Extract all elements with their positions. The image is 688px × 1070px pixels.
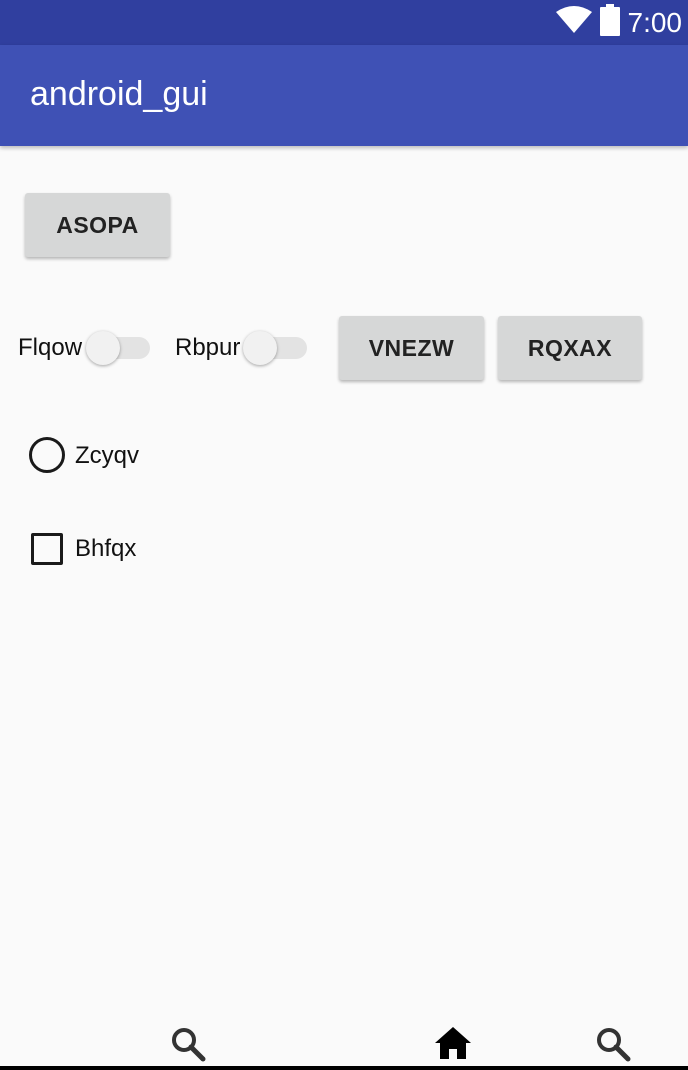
bottom-navigation xyxy=(0,1010,688,1070)
checkbox-box xyxy=(31,533,63,565)
asopa-button[interactable]: ASOPA xyxy=(25,193,170,257)
vnezw-button[interactable]: VNEZW xyxy=(339,316,484,380)
search-icon[interactable] xyxy=(595,1026,631,1067)
app-bar: android_gui xyxy=(0,45,688,146)
bhfqx-checkbox-label: Bhfqx xyxy=(75,535,137,562)
rqxax-button[interactable]: RQXAX xyxy=(498,316,642,380)
app-title: android_gui xyxy=(30,75,208,113)
status-bar: 7:00 xyxy=(0,0,688,45)
home-icon[interactable] xyxy=(434,1026,472,1065)
wifi-icon xyxy=(555,6,592,39)
bottom-divider xyxy=(0,1066,688,1070)
switch-thumb xyxy=(243,331,277,365)
status-time: 7:00 xyxy=(627,6,683,38)
flqow-switch-label: Flqow xyxy=(18,334,83,361)
rbpur-switch-label: Rbpur xyxy=(175,334,241,361)
status-icons: 7:00 xyxy=(555,0,683,45)
radio-circle xyxy=(29,437,65,473)
battery-icon xyxy=(599,4,620,41)
zcyqv-radio-label: Zcyqv xyxy=(75,442,140,469)
switch-thumb xyxy=(86,331,120,365)
search-icon[interactable] xyxy=(170,1026,206,1067)
